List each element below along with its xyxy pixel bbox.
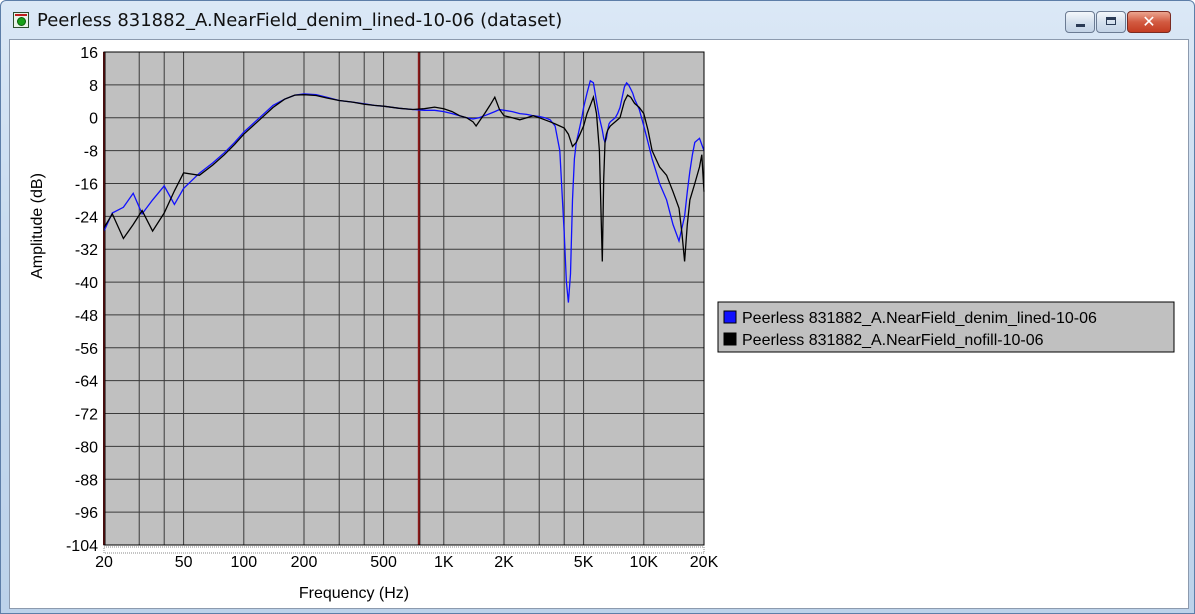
window-title: Peerless 831882_A.NearField_denim_lined-… <box>37 10 563 31</box>
x-tick-label: 1K <box>434 554 454 571</box>
y-tick-label: -104 <box>66 538 98 555</box>
y-tick-label: -40 <box>75 275 98 292</box>
x-tick-label: 20K <box>690 554 719 571</box>
legend[interactable]: Peerless 831882_A.NearField_denim_lined-… <box>717 301 1175 353</box>
y-tick-label: -88 <box>75 472 98 489</box>
y-tick-label: -96 <box>75 505 98 522</box>
minimize-icon <box>1076 24 1085 27</box>
y-tick-label: 0 <box>89 111 98 128</box>
close-button[interactable]: ✕ <box>1127 11 1171 33</box>
plot-background <box>104 52 704 545</box>
legend-swatch <box>723 332 737 346</box>
legend-entry: Peerless 831882_A.NearField_nofill-10-06 <box>742 332 1044 349</box>
frequency-response-chart: 16 8 0 -8 -16 -24 -32 -40 -48 -56 -64 -72 -80 -88 -96 -… <box>29 45 1175 602</box>
plot-area[interactable] <box>104 52 704 545</box>
y-tick-labels: 16 8 0 -8 -16 -24 -32 -40 -48 -56 -64 -72 -80 -88 -96 -… <box>66 45 98 555</box>
y-tick-label: 8 <box>89 78 98 95</box>
title-bar[interactable]: Peerless 831882_A.NearField_denim_lined-… <box>1 1 1194 39</box>
app-icon-bar <box>15 14 27 16</box>
chart-client-area: 16 8 0 -8 -16 -24 -32 -40 -48 -56 -64 -72 -80 -88 -96 -… <box>9 39 1189 609</box>
maximize-icon <box>1106 17 1116 25</box>
x-tick-label: 10K <box>630 554 659 571</box>
y-tick-label: -80 <box>75 439 98 456</box>
app-icon[interactable] <box>13 12 29 28</box>
minimize-button[interactable] <box>1065 11 1095 33</box>
x-tick-label: 100 <box>230 554 257 571</box>
y-tick-label: -32 <box>75 242 98 259</box>
x-tick-labels: 20 50 100 200 500 1K 2K 5K 10K 20K <box>95 554 718 571</box>
x-tick-label: 2K <box>494 554 514 571</box>
y-tick-label: -48 <box>75 308 98 325</box>
y-tick-label: 16 <box>80 45 98 62</box>
y-tick-label: -72 <box>75 407 98 424</box>
maximize-button[interactable] <box>1096 11 1126 33</box>
x-axis-ruler <box>103 546 705 554</box>
legend-swatch <box>723 310 737 324</box>
x-tick-label: 50 <box>175 554 193 571</box>
legend-entry: Peerless 831882_A.NearField_denim_lined-… <box>742 310 1097 327</box>
x-tick-label: 5K <box>574 554 594 571</box>
x-tick-label: 20 <box>95 554 113 571</box>
app-icon-dot <box>17 17 26 26</box>
y-tick-label: -16 <box>75 176 98 193</box>
y-tick-label: -24 <box>75 209 98 226</box>
x-tick-label: 500 <box>370 554 397 571</box>
y-tick-label: -8 <box>84 144 98 161</box>
close-icon: ✕ <box>1142 12 1156 31</box>
y-tick-label: -64 <box>75 374 98 391</box>
x-tick-label: 200 <box>291 554 318 571</box>
x-axis-label: Frequency (Hz) <box>299 585 409 602</box>
app-window: Peerless 831882_A.NearField_denim_lined-… <box>0 0 1195 614</box>
y-axis-label: Amplitude (dB) <box>29 173 46 279</box>
y-tick-label: -56 <box>75 341 98 358</box>
